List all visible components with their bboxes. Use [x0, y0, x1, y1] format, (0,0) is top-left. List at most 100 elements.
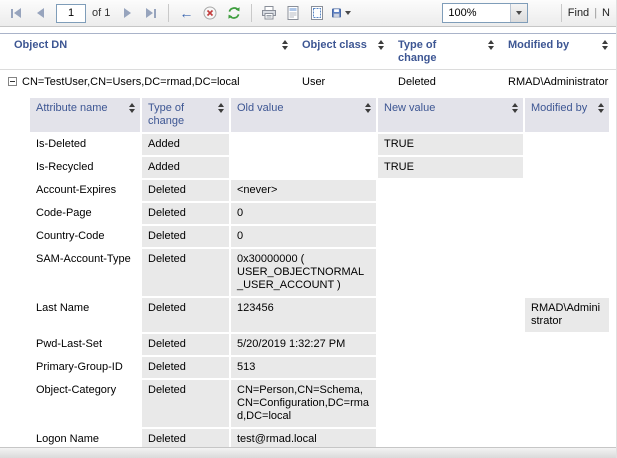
sort-icon[interactable]	[218, 103, 224, 113]
toolbar-separator	[168, 4, 169, 22]
column-header-type-of-change[interactable]: Type of change	[392, 39, 502, 65]
export-icon	[331, 5, 342, 21]
refresh-button[interactable]	[223, 2, 245, 24]
dropdown-caret-icon	[516, 11, 522, 15]
object-table-header: Object DN Object class Type of change Mo…	[0, 33, 616, 70]
attribute-row: Pwd-Last-Set Deleted 5/20/2019 1:32:27 P…	[30, 334, 609, 355]
report-viewer-window: of 1 ←	[0, 0, 617, 458]
modified-by-cell	[525, 380, 609, 427]
sort-icon[interactable]	[602, 40, 608, 50]
new-value-cell	[378, 380, 523, 427]
new-value-cell	[378, 357, 523, 378]
attribute-name-cell: Pwd-Last-Set	[30, 334, 140, 355]
first-page-button[interactable]	[5, 2, 27, 24]
attribute-row: Is-Deleted Added TRUE	[30, 134, 609, 155]
type-of-change-cell: Deleted	[142, 249, 229, 296]
new-value-cell	[378, 226, 523, 247]
column-header-modified-by[interactable]: Modified by	[502, 39, 616, 65]
modified-by-cell	[525, 334, 609, 355]
type-of-change-cell: Deleted	[142, 357, 229, 378]
type-of-change-cell: Deleted	[142, 334, 229, 355]
old-value-cell: 513	[231, 357, 376, 378]
attribute-row: Country-Code Deleted 0	[30, 226, 609, 247]
zoom-dropdown-button[interactable]	[510, 4, 527, 22]
report-toolbar: of 1 ←	[0, 0, 616, 27]
sort-icon[interactable]	[129, 103, 135, 113]
sort-icon[interactable]	[488, 40, 494, 50]
modified-by-cell: RMAD\Administrator	[525, 298, 609, 332]
modified-by-label: Modified by	[531, 102, 587, 115]
old-value-cell: <never>	[231, 180, 376, 201]
sort-icon[interactable]	[598, 103, 604, 113]
print-layout-button[interactable]	[282, 2, 304, 24]
sort-icon[interactable]	[378, 40, 384, 50]
new-value-cell	[378, 334, 523, 355]
export-button[interactable]	[330, 2, 352, 24]
column-header-type-of-change[interactable]: Type of change	[142, 98, 229, 132]
modified-by-label: Modified by	[508, 39, 569, 52]
page-number-input[interactable]	[56, 4, 86, 23]
toolbar-separator	[561, 4, 562, 22]
zoom-select[interactable]: 100%	[442, 3, 528, 23]
sort-icon[interactable]	[365, 103, 371, 113]
new-value-cell	[378, 203, 523, 224]
back-to-parent-icon: ←	[179, 6, 193, 20]
toolbar-separator	[251, 4, 252, 22]
find-area: Find | N	[568, 7, 611, 19]
attribute-name-cell: SAM-Account-Type	[30, 249, 140, 296]
find-button[interactable]: Find	[568, 7, 589, 19]
attribute-row: Last Name Deleted 123456 RMAD\Administra…	[30, 298, 609, 332]
modified-by-cell	[525, 157, 609, 178]
column-header-old-value[interactable]: Old value	[231, 98, 376, 132]
column-header-object-class[interactable]: Object class	[296, 39, 392, 65]
page-count-label: of 1	[92, 7, 110, 19]
column-header-new-value[interactable]: New value	[378, 98, 523, 132]
attribute-name-cell: Last Name	[30, 298, 140, 332]
new-value-cell	[378, 180, 523, 201]
print-icon	[261, 5, 277, 21]
object-row: CN=TestUser,CN=Users,DC=rmad,DC=local Us…	[0, 70, 616, 96]
report-body: Object DN Object class Type of change Mo…	[0, 33, 616, 458]
type-of-change-cell: Deleted	[142, 380, 229, 427]
type-of-change-cell: Deleted	[142, 203, 229, 224]
find-next-separator: |	[594, 7, 597, 19]
sort-icon[interactable]	[282, 40, 288, 50]
object-dn-cell: CN=TestUser,CN=Users,DC=rmad,DC=local	[0, 76, 296, 89]
object-class-label: Object class	[302, 39, 367, 52]
sort-icon[interactable]	[512, 103, 518, 113]
object-class-cell: User	[296, 76, 392, 89]
column-header-modified-by[interactable]: Modified by	[525, 98, 609, 132]
stop-button[interactable]	[199, 2, 221, 24]
new-value-cell	[378, 249, 523, 296]
back-to-parent-button[interactable]: ←	[175, 2, 197, 24]
collapse-expander-icon[interactable]	[8, 77, 17, 86]
old-value-cell	[231, 157, 376, 178]
attribute-name-cell: Is-Deleted	[30, 134, 140, 155]
last-page-icon	[146, 8, 156, 18]
type-of-change-cell: Deleted	[142, 180, 229, 201]
type-of-change-label: Type of change	[398, 39, 460, 65]
next-page-button[interactable]	[116, 2, 138, 24]
new-value-label: New value	[384, 102, 435, 115]
column-header-attribute-name[interactable]: Attribute name	[30, 98, 140, 132]
last-page-button[interactable]	[140, 2, 162, 24]
attribute-row: Is-Recycled Added TRUE	[30, 157, 609, 178]
new-value-cell: TRUE	[378, 134, 523, 155]
modified-by-cell	[525, 203, 609, 224]
attribute-row: Code-Page Deleted 0	[30, 203, 609, 224]
new-value-cell: TRUE	[378, 157, 523, 178]
old-value-cell: CN=Person,CN=Schema,CN=Configuration,DC=…	[231, 380, 376, 427]
column-header-object-dn[interactable]: Object DN	[0, 39, 296, 65]
attribute-row: SAM-Account-Type Deleted 0x30000000 ( US…	[30, 249, 609, 296]
attribute-name-cell: Object-Category	[30, 380, 140, 427]
attribute-name-cell: Primary-Group-ID	[30, 357, 140, 378]
refresh-icon	[226, 5, 242, 21]
object-dn-label: Object DN	[14, 39, 67, 52]
type-of-change-label: Type of change	[148, 102, 203, 128]
horizontal-scrollbar[interactable]	[0, 447, 616, 458]
modified-by-cell	[525, 134, 609, 155]
previous-page-button[interactable]	[29, 2, 51, 24]
find-next-button[interactable]: N	[602, 7, 610, 19]
print-button[interactable]	[258, 2, 280, 24]
page-setup-button[interactable]	[306, 2, 328, 24]
